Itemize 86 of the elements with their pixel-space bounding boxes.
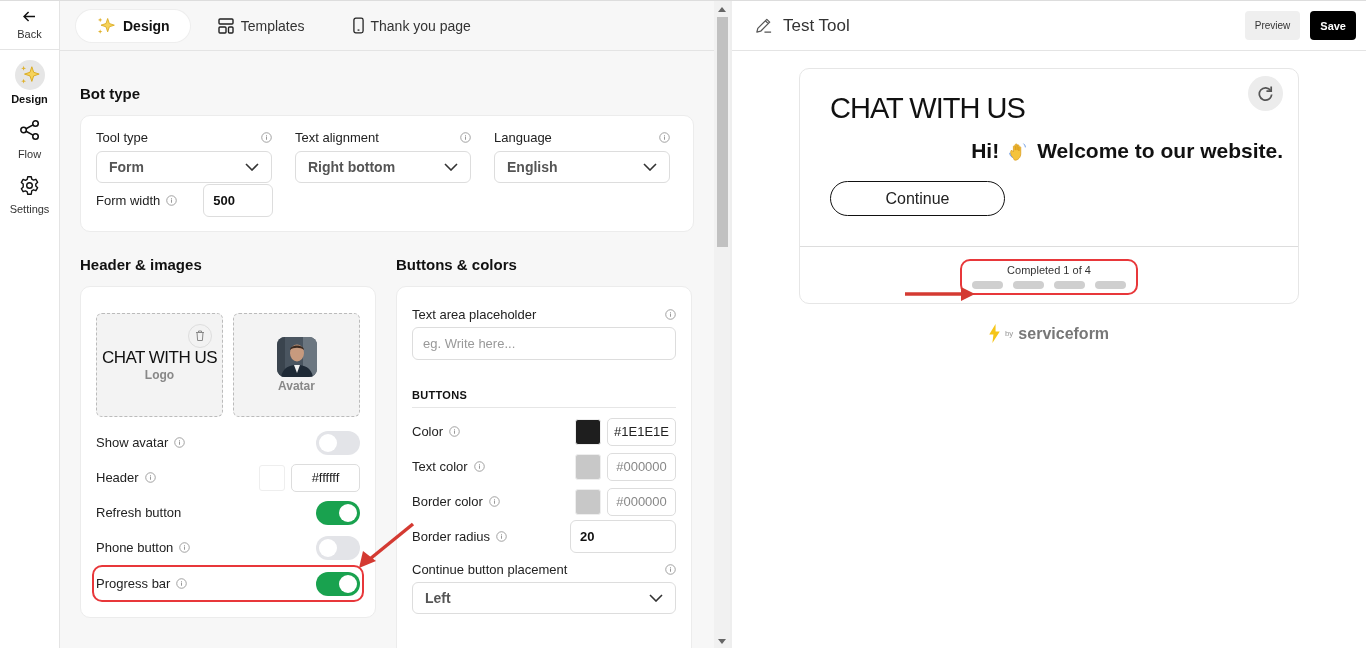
info-icon [665,564,676,575]
color-field[interactable]: #1E1E1E [607,417,676,446]
field-label: Language [494,130,552,145]
tool-title: Test Tool [783,15,850,36]
setting-label: Text color [412,459,468,474]
refresh-button[interactable] [1248,76,1283,111]
tab[interactable]: Templates [197,9,325,42]
field-label: Tool type [96,130,149,145]
info-icon [460,132,471,143]
field-label: Text area placeholder [412,307,537,322]
info-icon [179,542,191,553]
sparkle-icon [96,15,116,36]
pencil-icon[interactable] [754,16,773,35]
select-field[interactable]: Right bottom [295,151,471,183]
toggle-switch[interactable] [316,571,360,596]
scroll-down-icon[interactable] [718,639,726,644]
lightning-icon [988,324,1000,343]
text-field[interactable]: eg. Write here... [412,327,676,360]
setting-label: Phone button [96,540,174,555]
info-icon [174,437,186,448]
toggle-switch[interactable] [316,500,360,525]
select-field[interactable]: Left [412,582,676,614]
select-field[interactable]: Form [96,151,272,183]
sidebar-item[interactable]: Settings [9,170,50,215]
field-label: Form width [96,193,161,208]
setting-label: Border radius [412,529,491,544]
info-icon [176,578,188,589]
field-label: Text alignment [295,130,379,145]
setting-label: Header [96,470,139,485]
info-icon [473,461,485,472]
chat-heading: CHAT WITH US [830,92,1025,125]
tab[interactable]: Thank you page [332,9,491,42]
section-title: Bot type [80,85,141,102]
setting-label: Refresh button [96,505,182,520]
phone-icon [352,17,364,34]
section-title: Buttons & colors [396,256,518,273]
color-swatch[interactable] [575,418,601,445]
share-icon [18,119,41,141]
thumb-label: Avatar [278,379,315,393]
logo-upload[interactable]: CHAT WITH US Logo [96,313,223,417]
scroll-up-icon[interactable] [718,7,726,12]
info-icon [144,472,156,483]
chevron-down-icon [649,594,663,602]
scroll-thumb[interactable] [716,17,728,247]
info-icon [261,132,272,143]
field-label: Continue button placement [412,562,568,577]
setting-label: Show avatar [96,435,169,450]
setting-label: Progress bar [96,576,171,591]
toggle-switch[interactable] [316,535,360,560]
section-title: Header & images [80,256,203,273]
brand-name: serviceform [1018,324,1110,343]
greeting-text: Hi! [971,139,1000,163]
chevron-down-icon [245,163,259,171]
info-icon [488,496,500,507]
back-button[interactable]: Back [0,1,59,50]
arrow-left-icon [23,10,36,22]
trash-icon[interactable] [188,324,212,348]
info-icon [665,309,676,320]
setting-label: Color [412,424,444,439]
info-icon [449,426,461,437]
sidebar-item[interactable]: Flow [14,115,45,160]
info-icon [166,195,178,206]
setting-label: Border color [412,494,483,509]
annotation-arrow [905,287,977,301]
progress-text: Completed 1 of 4 [1007,264,1091,276]
by-text: by [1004,329,1014,338]
save-button[interactable]: Save [1310,11,1356,40]
select-field[interactable]: English [494,151,670,183]
welcome-text: Welcome to our website. [1037,139,1283,163]
scrollbar[interactable] [714,1,730,648]
thumb-label: Logo [144,368,175,382]
refresh-icon [1256,84,1275,103]
layout-icon [217,17,234,34]
tab[interactable]: Design [76,9,190,42]
chevron-down-icon [444,163,458,171]
number-field[interactable]: 500 [203,184,274,217]
logo-text: CHAT WITH US [101,348,218,368]
info-icon [659,132,670,143]
number-field[interactable]: 20 [570,520,676,553]
section-heading: BUTTONS [412,389,676,408]
info-icon [496,531,508,542]
toggle-switch[interactable] [316,430,360,455]
chevron-down-icon [643,163,657,171]
preview-button[interactable]: Preview [1244,11,1301,40]
color-field[interactable]: #ffffff [291,463,360,492]
settings-icon [19,174,40,196]
